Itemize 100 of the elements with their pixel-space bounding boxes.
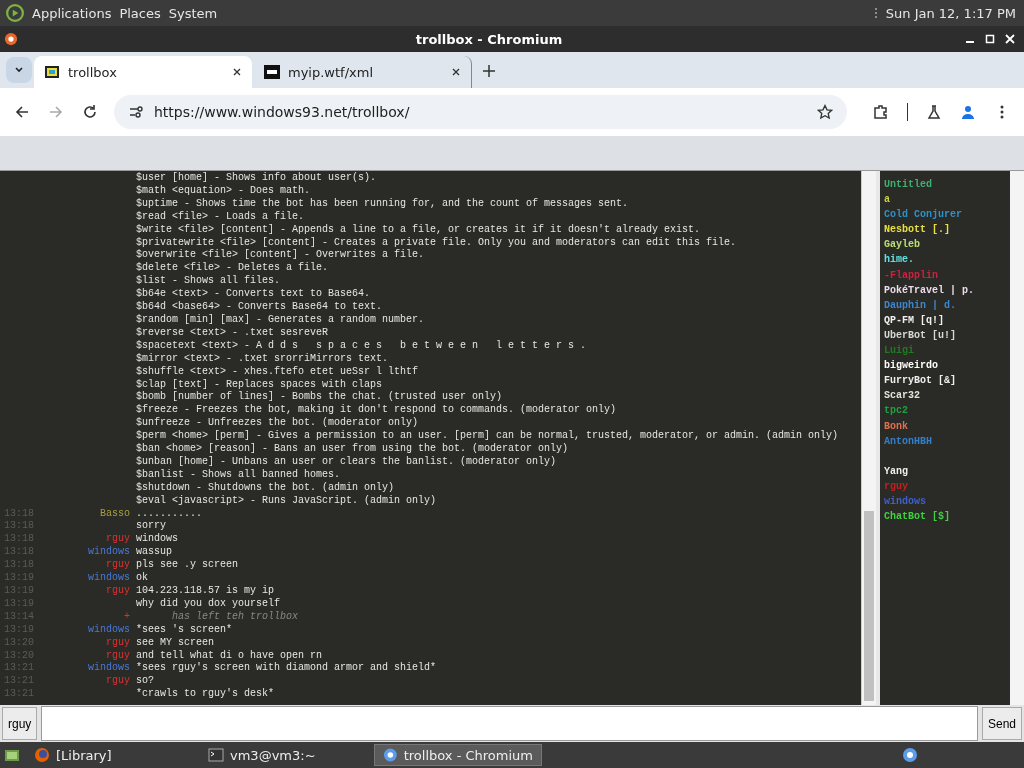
scrollbar[interactable] xyxy=(1010,171,1024,705)
message-text: sorry xyxy=(136,520,166,533)
message-nick[interactable]: windows xyxy=(88,662,130,674)
message-text: and tell what di o have open rn xyxy=(136,649,323,662)
close-icon[interactable] xyxy=(1005,34,1015,44)
bot-help-line: $write <file> [content] - Appends a line to a file, or creates it if it doesn't already exist. xyxy=(136,223,701,237)
user-name[interactable]: hime. xyxy=(884,252,914,268)
window-title: trollbox - Chromium xyxy=(414,31,564,47)
site-info-icon[interactable] xyxy=(128,104,144,120)
bot-help-line: $banlist - Shows all banned homes. xyxy=(136,468,341,482)
send-button[interactable]: Send xyxy=(981,707,1022,740)
caret-icon xyxy=(14,65,24,75)
bookmark-star-icon[interactable] xyxy=(817,104,833,120)
user-name[interactable]: Untitled xyxy=(884,177,932,193)
message-nick[interactable]: windows xyxy=(88,572,130,584)
bot-help-line: $ban <home> [reason] - Bans an user from using the bot. (moderator only) xyxy=(136,443,569,456)
fox-globe-icon xyxy=(34,747,50,763)
message-nick[interactable]: windows xyxy=(88,546,130,558)
browser-logo-icon xyxy=(383,747,398,763)
favicon-icon xyxy=(44,64,60,80)
tab-search-button[interactable] xyxy=(6,57,32,83)
bot-help-line: $shutdown - Shutdowns the bot. (admin only) xyxy=(136,481,395,495)
message-text: *sees 's screen* xyxy=(136,623,232,637)
taskbar-button[interactable]: [Library] xyxy=(26,744,194,766)
user-name[interactable]: Yang xyxy=(884,463,908,479)
bot-help-line: $perm <home> [perm] - Gives a permission to an user. [perm] can be normal, trusted, moderator, or admin. (admin only) xyxy=(136,430,839,443)
taskbar-button[interactable]: vm3@vm3:~ xyxy=(200,744,368,766)
message-text: why did you dox yourself xyxy=(136,597,281,611)
user-name[interactable]: Nesbott [.] xyxy=(884,222,950,238)
back-icon[interactable] xyxy=(14,104,30,120)
browser-tab[interactable]: trollbox xyxy=(34,56,252,88)
scrollbar[interactable] xyxy=(861,171,876,705)
message-text: so? xyxy=(136,675,154,688)
bot-help-line: $uptime - Shows time the bot has been running for, and the count of messages sent. xyxy=(136,197,629,211)
message-text: pls see .y screen xyxy=(136,559,239,572)
bot-help-line: $read <file> - Loads a file. xyxy=(136,210,305,224)
show-desktop-icon[interactable] xyxy=(4,747,20,763)
bot-help-line: $spacetext <text> - A d d s s p a c e s b e t w e e n l e t t e r s . xyxy=(136,339,587,353)
bot-help-line: $b64e <text> - Converts text to Base64. xyxy=(136,288,371,301)
user-name[interactable]: Cold Conjurer xyxy=(884,207,962,223)
user-name[interactable]: FurryBot [&] xyxy=(884,373,956,389)
bot-help-line: $freeze - Freezes the bot, making it don't respond to commands. (moderator only) xyxy=(136,404,617,417)
favicon-icon xyxy=(264,64,280,80)
bot-help-line: $list - Shows all files. xyxy=(136,275,281,288)
bot-help-line: $user [home] - Shows info about user(s). xyxy=(136,172,377,185)
message-text: has left teh trollbox xyxy=(171,610,299,624)
message-input[interactable] xyxy=(41,706,978,741)
bot-help-line: $overwrite <file> [content] - Overwrites a file. xyxy=(136,249,425,262)
clock[interactable]: Sun Jan 12, 1:17 PM xyxy=(885,5,1016,21)
message-text: windows xyxy=(136,533,178,547)
user-name[interactable]: QP-FM [q!] xyxy=(884,312,944,328)
nick-button[interactable]: rguy xyxy=(2,707,38,740)
taskbar-button[interactable]: trollbox - Chromium xyxy=(374,744,542,766)
browser-logo-icon[interactable] xyxy=(902,747,918,763)
message-text: 104.223.118.57 is my ip xyxy=(136,585,275,598)
user-name[interactable]: tpc2 xyxy=(884,403,908,419)
bot-help-line: $math <equation> - Does math. xyxy=(136,184,311,198)
new-tab-icon[interactable] xyxy=(482,64,496,78)
message-text: ok xyxy=(136,572,148,585)
user-name[interactable]: UberBot [u!] xyxy=(884,327,956,344)
user-name[interactable]: Gayleb xyxy=(884,237,920,253)
bot-help-line: $random [min] [max] - Generates a random number. xyxy=(136,313,425,327)
reload-icon[interactable] xyxy=(82,104,98,120)
bot-help-line: $unfreeze - Unfreezes the bot. (moderator only) xyxy=(136,417,419,430)
user-name[interactable]: Scar32 xyxy=(884,388,920,404)
bot-help-line: $privatewrite <file> [content] - Creates a private file. Only you and moderators can edit this file. xyxy=(136,236,737,249)
address-bar[interactable]: https://www.windows93.net/trollbox/ xyxy=(114,95,847,129)
gnome-foot-icon[interactable] xyxy=(6,4,24,22)
message-text: ........... xyxy=(136,507,202,521)
panel-menu[interactable]: System xyxy=(168,5,218,21)
bot-help-line: $b64d <base64> - Converts Base64 to text. xyxy=(136,301,383,314)
panel-menu[interactable]: Applications xyxy=(32,5,112,21)
terminal-icon xyxy=(208,747,224,763)
message-text: *sees rguy's screen with diamond armor and shield* xyxy=(136,662,437,676)
bot-help-line: $unban [home] - Unbans an user or clears the banlist. (moderator only) xyxy=(136,455,557,469)
message-nick[interactable]: Basso xyxy=(100,507,130,519)
user-name[interactable]: Dauphin | d. xyxy=(884,297,956,313)
panel-menu[interactable]: Places xyxy=(119,5,161,21)
close-tab-icon[interactable] xyxy=(451,67,461,77)
profile-icon[interactable] xyxy=(960,104,976,120)
bot-help-line: $reverse <text> - .txet sesreveR xyxy=(136,326,329,340)
bot-help-line: $eval <javascript> - Runs JavaScript. (admin only) xyxy=(136,494,437,508)
browser-logo-icon xyxy=(4,32,18,46)
bot-help-line: $shuffle <text> - xhes.ftefo etet ueSsr l lthtf xyxy=(136,365,419,379)
user-name[interactable]: Bonk xyxy=(884,418,908,434)
bot-help-line: $bomb [number of lines] - Bombs the chat. (trusted user only) xyxy=(136,391,503,404)
user-name[interactable]: PokéTravel | p. xyxy=(884,282,974,298)
message-nick[interactable]: windows xyxy=(88,623,130,635)
bot-help-line: $delete <file> - Deletes a file. xyxy=(136,262,329,275)
user-name[interactable]: bigweirdo xyxy=(884,358,938,374)
extensions-icon[interactable] xyxy=(873,104,889,120)
user-name[interactable]: a xyxy=(884,192,890,208)
flask-icon[interactable] xyxy=(926,104,942,120)
bot-help-line: $mirror <text> - .txet srorriMirrors text. xyxy=(136,352,389,366)
maximize-icon[interactable] xyxy=(985,34,995,44)
user-name[interactable]: ChatBot [$] xyxy=(884,508,950,525)
message-text: wassup xyxy=(136,546,172,559)
message-text: *crawls to rguy's desk* xyxy=(136,688,275,702)
user-name[interactable]: AntonHBH xyxy=(884,433,932,449)
close-tab-icon[interactable] xyxy=(232,67,242,77)
